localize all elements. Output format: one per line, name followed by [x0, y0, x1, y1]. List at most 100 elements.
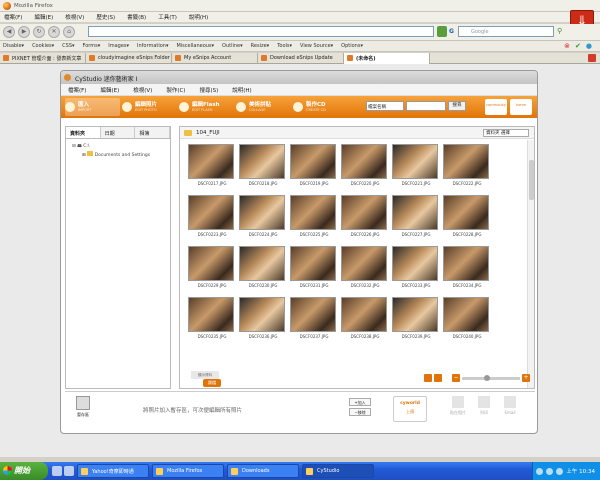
photo-thumbnail[interactable]: DSCF0234.JPG [443, 246, 491, 291]
toolbar-button[interactable]: 編輯照片 EDIT PHOTO [122, 98, 177, 116]
photo-thumbnail[interactable]: DSCF0220.JPG [341, 144, 389, 189]
sort-select[interactable]: 資料夾 選擇 [483, 129, 529, 137]
tray-icon[interactable] [536, 467, 544, 475]
home-icon[interactable]: ⌂ [63, 26, 75, 38]
menu-item[interactable]: 工具(T) [158, 13, 177, 21]
photo-thumbnail[interactable]: DSCF0238.JPG [341, 297, 389, 342]
tree-item-drive[interactable]: ⊟ 🖴 C:\ [72, 143, 164, 151]
staging-action[interactable]: Email [499, 396, 521, 422]
rotate-icon[interactable] [434, 374, 442, 382]
add-button[interactable]: +加入 [349, 398, 371, 406]
staging-action[interactable]: 貼在相片 [447, 396, 469, 422]
photo-thumbnail[interactable]: DSCF0229.JPG [188, 246, 236, 291]
photo-thumbnail[interactable]: DSCF0225.JPG [290, 195, 338, 240]
photo-thumbnail[interactable]: DSCF0228.JPG [443, 195, 491, 240]
photo-thumbnail[interactable]: DSCF0217.JPG [188, 144, 236, 189]
back-icon[interactable]: ◀ [3, 26, 15, 38]
devbar-item[interactable]: CSS▾ [62, 43, 74, 49]
menu-item[interactable]: 檢視(V) [65, 13, 84, 21]
browser-tab[interactable]: My eSnips Account [172, 53, 258, 64]
stop-icon[interactable]: ✕ [48, 26, 60, 38]
cystudio-search-button[interactable]: 搜尋 [448, 101, 466, 111]
community-link[interactable]: community [485, 99, 507, 115]
app-menu-item[interactable]: 檔案(F) [68, 86, 86, 94]
reload-icon[interactable]: ↻ [33, 26, 45, 38]
zoom-out-button[interactable]: − [452, 374, 460, 382]
go-button[interactable] [437, 26, 447, 37]
browser-tab[interactable]: cloudyimagine eSnips Folder [86, 53, 172, 64]
vertical-scrollbar[interactable] [527, 140, 534, 388]
menu-item[interactable]: 歷史(S) [96, 13, 115, 21]
devbar-item[interactable]: Disable▾ [3, 43, 24, 49]
app-menu-item[interactable]: 說明(H) [232, 86, 251, 94]
devbar-item[interactable]: Forms▾ [83, 43, 101, 49]
toolbar-button[interactable]: 製作CD CREATE CD [293, 98, 348, 116]
tray-icon[interactable] [556, 467, 564, 475]
cystudio-search-input[interactable] [406, 101, 446, 111]
zoom-in-button[interactable]: + [522, 374, 530, 382]
taskbar-button[interactable]: CyStudio [302, 464, 374, 478]
show-desktop-icon[interactable] [52, 466, 62, 476]
devbar-item[interactable]: Cookies▾ [32, 43, 54, 49]
photo-thumbnail[interactable]: DSCF0232.JPG [341, 246, 389, 291]
ok-status-icon[interactable]: ✔ [575, 42, 581, 50]
devbar-item[interactable]: Outline▾ [222, 43, 243, 49]
app-menu-item[interactable]: 搜尋(S) [199, 86, 218, 94]
zoom-slider[interactable] [462, 374, 520, 381]
browse-tab[interactable]: 資料夾 [66, 127, 101, 138]
remove-button[interactable]: −移除 [349, 408, 371, 416]
toolbar-button[interactable]: 編輯Flash EDIT FLASH [179, 98, 234, 116]
menu-item[interactable]: 說明(H) [189, 13, 208, 21]
photo-thumbnail[interactable]: DSCF0231.JPG [290, 246, 338, 291]
app-menu-item[interactable]: 製作(C) [166, 86, 185, 94]
devbar-item[interactable]: Miscellaneous▾ [176, 43, 214, 49]
view-mode-icon[interactable] [424, 374, 432, 382]
browse-tab[interactable]: 日期 [101, 127, 136, 138]
upload-button[interactable]: cyworld 上傳 [393, 396, 427, 422]
status-badge[interactable]: 跳檔 [203, 379, 221, 387]
browser-tab[interactable]: PIXNET 管理介面 : 發表新文章 [0, 53, 86, 64]
address-bar[interactable] [88, 26, 434, 37]
menu-item[interactable]: 檔案(F) [4, 13, 22, 21]
scroll-thumb[interactable] [529, 160, 534, 200]
app-menu-item[interactable]: 檢視(V) [133, 86, 152, 94]
menu-item[interactable]: 編輯(E) [34, 13, 53, 21]
toolbar-button[interactable]: 匯入 IMPORT [65, 98, 120, 116]
photo-thumbnail[interactable]: DSCF0235.JPG [188, 297, 236, 342]
devbar-item[interactable]: Resize▾ [251, 43, 270, 49]
photo-thumbnail[interactable]: DSCF0218.JPG [239, 144, 287, 189]
close-tab-icon[interactable] [588, 54, 596, 62]
taskbar-button[interactable]: Mozilla Firefox [152, 464, 224, 478]
photo-thumbnail[interactable]: DSCF0224.JPG [239, 195, 287, 240]
photo-thumbnail[interactable]: DSCF0226.JPG [341, 195, 389, 240]
devbar-item[interactable]: View Source▾ [300, 43, 333, 49]
menu-item[interactable]: 書籤(B) [127, 13, 146, 21]
photo-thumbnail[interactable]: DSCF0236.JPG [239, 297, 287, 342]
staging-action[interactable]: 列印 [473, 396, 495, 422]
home-link[interactable]: home [510, 99, 532, 115]
photo-thumbnail[interactable]: DSCF0222.JPG [443, 144, 491, 189]
app-menu-item[interactable]: 編輯(E) [100, 86, 119, 94]
photo-thumbnail[interactable]: DSCF0240.JPG [443, 297, 491, 342]
photo-thumbnail[interactable]: DSCF0227.JPG [392, 195, 440, 240]
devbar-item[interactable]: Information▾ [137, 43, 168, 49]
error-status-icon[interactable]: ⊗ [564, 42, 570, 50]
search-input[interactable]: Google [458, 26, 554, 37]
browser-launch-icon[interactable] [64, 466, 74, 476]
search-engine-badge[interactable]: G [449, 26, 458, 37]
photo-thumbnail[interactable]: DSCF0233.JPG [392, 246, 440, 291]
photo-thumbnail[interactable]: DSCF0219.JPG [290, 144, 338, 189]
browse-tab[interactable]: 相簿 [135, 127, 171, 138]
staging-button[interactable]: 暫存區 [73, 396, 93, 424]
start-button[interactable]: 開始 [0, 462, 48, 480]
photo-thumbnail[interactable]: DSCF0221.JPG [392, 144, 440, 189]
devbar-item[interactable]: Tools▾ [277, 43, 292, 49]
info-status-icon[interactable]: ● [586, 42, 592, 50]
tray-icon[interactable] [546, 467, 554, 475]
photo-thumbnail[interactable]: DSCF0239.JPG [392, 297, 440, 342]
browser-tab[interactable]: Download eSnips Update [258, 53, 344, 64]
devbar-item[interactable]: Images▾ [108, 43, 129, 49]
taskbar-button[interactable]: Downloads [227, 464, 299, 478]
photo-thumbnail[interactable]: DSCF0237.JPG [290, 297, 338, 342]
toolbar-button[interactable]: 美術拼貼 COLLAGE [236, 98, 291, 116]
